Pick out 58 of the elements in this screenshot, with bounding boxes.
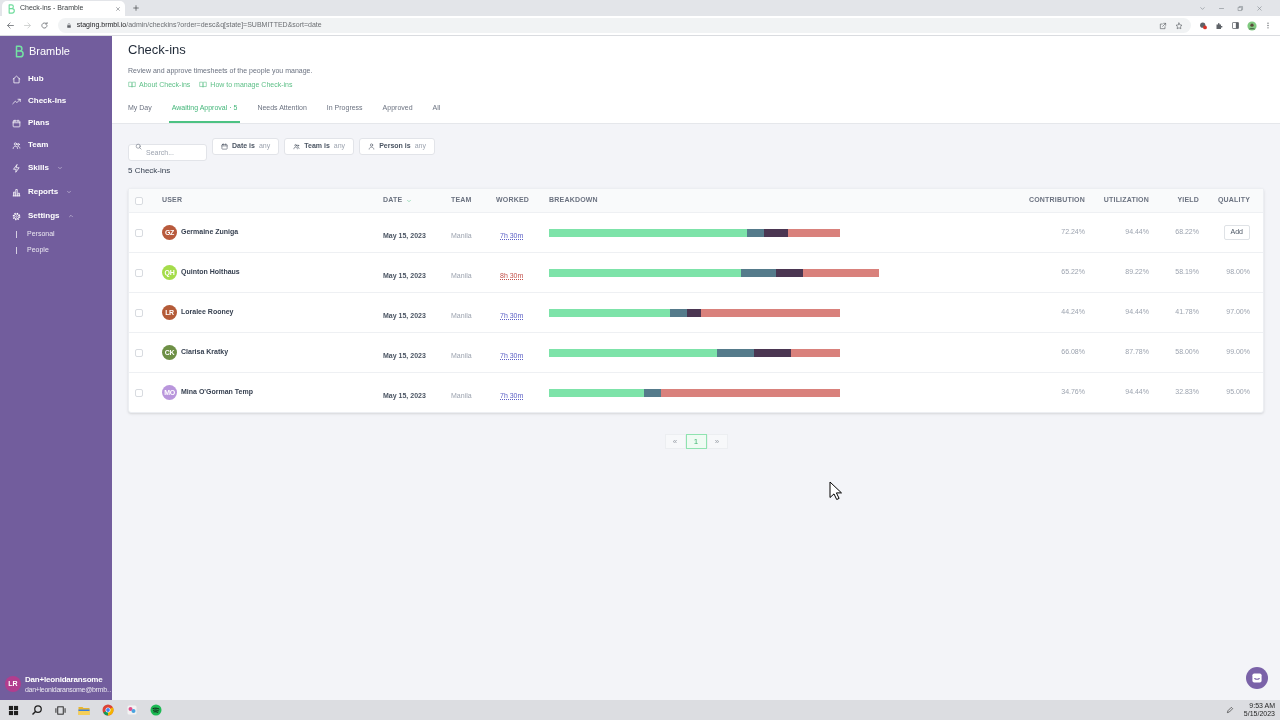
sidebar-item[interactable]: Plans [0,112,112,134]
star-icon[interactable] [1175,21,1183,30]
close-icon[interactable] [1256,4,1263,12]
row-checkbox[interactable] [135,348,143,357]
back-icon[interactable] [6,21,15,30]
row-checkbox[interactable] [135,268,143,277]
sidebar-item[interactable]: Team [0,134,112,156]
cursor-icon [829,481,842,500]
calendar-icon [12,118,21,128]
calendar-icon [221,143,228,150]
sidebar-item[interactable]: Check-Ins [0,90,112,112]
pen-icon[interactable] [1225,706,1234,714]
profile-avatar-icon[interactable] [1247,20,1257,31]
task-view-icon[interactable] [55,704,66,716]
side-panel-icon[interactable] [1231,21,1240,30]
trend-icon [12,96,21,106]
home-icon [12,74,21,84]
row-checkbox[interactable] [135,388,143,397]
lock-icon [65,22,72,29]
brand-name: Bramble [29,44,70,58]
sidebar-group[interactable]: Reports [0,180,112,204]
app-icon[interactable] [126,704,138,716]
row-checkbox[interactable] [135,308,143,317]
person-icon [368,143,376,150]
select-all-checkbox[interactable] [135,196,143,205]
sidebar-group[interactable]: Settings [0,204,112,228]
windows-start-icon[interactable] [8,704,19,716]
settings-icon [12,211,21,221]
chat-icon[interactable] [1246,667,1268,689]
search-icon [135,143,142,150]
people-icon [12,140,21,150]
bolt-icon [12,163,21,173]
menu-icon[interactable] [1264,21,1272,30]
people-icon [293,143,301,150]
new-tab-icon[interactable] [132,4,140,12]
row-checkbox[interactable] [135,228,143,237]
restore-icon[interactable] [1237,4,1244,12]
puzzle-icon[interactable] [1215,21,1224,30]
bar-chart-icon [12,187,21,197]
sidebar-group[interactable]: Skills [0,156,112,180]
user-name: Dan+leonidaransome [25,674,104,685]
page-title: Check-ins [128,42,187,58]
extension-icon[interactable] [1199,21,1208,30]
reload-icon[interactable] [39,21,49,30]
folder-icon[interactable] [78,704,90,716]
logo-icon [15,44,24,58]
book-icon [128,81,136,88]
result-count: 5 Check-ins [128,166,172,176]
share-icon[interactable] [1159,21,1167,30]
close-icon[interactable] [115,5,121,12]
search-icon[interactable] [31,704,43,716]
sidebar-item[interactable]: Hub [0,68,112,90]
spotify-icon[interactable] [150,704,162,716]
forward-icon[interactable] [22,21,32,30]
logo-icon [8,3,15,14]
book-icon [199,81,208,88]
chevron-down-icon[interactable] [1199,4,1206,12]
chrome-icon[interactable] [102,704,114,716]
